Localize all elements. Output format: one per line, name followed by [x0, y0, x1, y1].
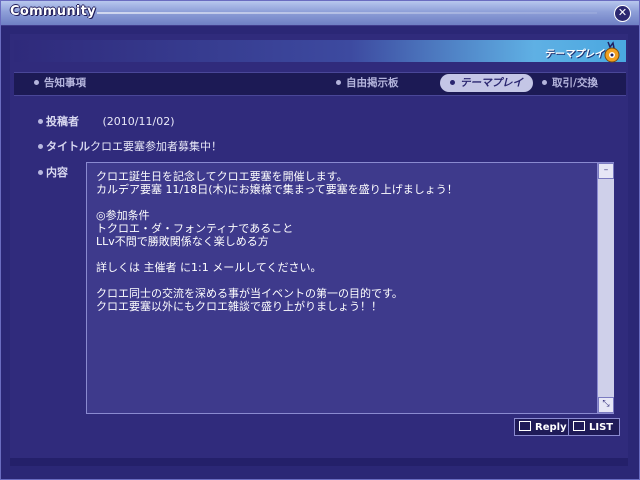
tab-notice[interactable]: 告知事項	[34, 74, 86, 92]
close-icon[interactable]: ✕	[614, 5, 631, 22]
content-line: クロエ同士の交流を深める事が当イベントの第一の目的です。	[96, 287, 403, 300]
content-label: 内容	[46, 166, 68, 179]
tab-bullet-icon	[34, 79, 39, 85]
content-line: LLv不問で勝敗関係なく楽しめる方	[96, 235, 269, 248]
tab-theme-play[interactable]: テーマプレイ	[440, 74, 533, 92]
field-bullet-icon	[38, 143, 43, 149]
content-line: ◎参加条件	[96, 209, 150, 222]
tab-label: 取引/交換	[552, 77, 598, 89]
content-line: カルデア要塞 11/18日(木)にお嬢様で集まって要塞を盛り上げましょう！	[96, 183, 458, 196]
banner-label: テーマプレイ	[544, 49, 604, 60]
reply-label: Reply	[535, 422, 567, 433]
post-content: クロエ誕生日を記念してクロエ要塞を開催します。 カルデア要塞 11/18日(木)に…	[96, 170, 596, 313]
content-line: トクロエ・ダ・フォンティナであること	[96, 222, 294, 235]
content-scrollbar[interactable]: – ⤡	[597, 163, 614, 413]
tab-free-board[interactable]: 自由掲示板	[336, 74, 399, 92]
content-row: 内容	[38, 164, 68, 180]
title-row: タイトルクロエ要塞参加者募集中！	[38, 138, 222, 154]
content-line: クロエ要塞以外にもクロエ雑談で盛り上がりましょう！！	[96, 300, 382, 313]
tab-label: 自由掲示板	[346, 77, 399, 89]
content-line: クロエ誕生日を記念してクロエ要塞を開催します。	[96, 170, 348, 183]
reply-button[interactable]: Reply	[514, 418, 574, 436]
tab-bullet-icon	[450, 79, 455, 85]
resize-grip-icon[interactable]: ⤡	[598, 397, 614, 413]
field-bullet-icon	[38, 118, 43, 124]
theme-play-icon	[604, 41, 620, 63]
poster-value: (2010/11/02)	[102, 115, 175, 128]
tab-bar	[14, 72, 626, 96]
tab-bullet-icon	[542, 79, 547, 85]
section-banner	[14, 40, 626, 62]
content-line	[96, 196, 596, 209]
title-label: タイトル	[46, 140, 90, 153]
title-bar[interactable]: Community ✕	[1, 1, 639, 26]
list-button[interactable]: LIST	[568, 418, 621, 436]
tab-bullet-icon	[336, 79, 341, 85]
field-bullet-icon	[38, 169, 43, 175]
poster-label: 投稿者	[46, 115, 79, 128]
content-line: 詳しくは 主催者 に1:1 メールしてください。	[96, 261, 322, 274]
content-line	[96, 248, 596, 261]
window-title: Community	[10, 4, 96, 19]
scroll-up-icon[interactable]: –	[598, 163, 614, 179]
title-decoration	[97, 12, 597, 14]
list-label: LIST	[589, 422, 614, 433]
tab-trade[interactable]: 取引/交換	[542, 74, 598, 92]
list-icon	[573, 421, 585, 431]
bottom-bar	[10, 458, 628, 466]
tab-label: テーマプレイ	[460, 77, 523, 89]
content-line	[96, 274, 596, 287]
tab-label: 告知事項	[44, 77, 86, 89]
poster-row: 投稿者 (2010/11/02)	[38, 113, 174, 129]
reply-icon	[519, 421, 531, 431]
post-title: クロエ要塞参加者募集中！	[90, 140, 222, 153]
